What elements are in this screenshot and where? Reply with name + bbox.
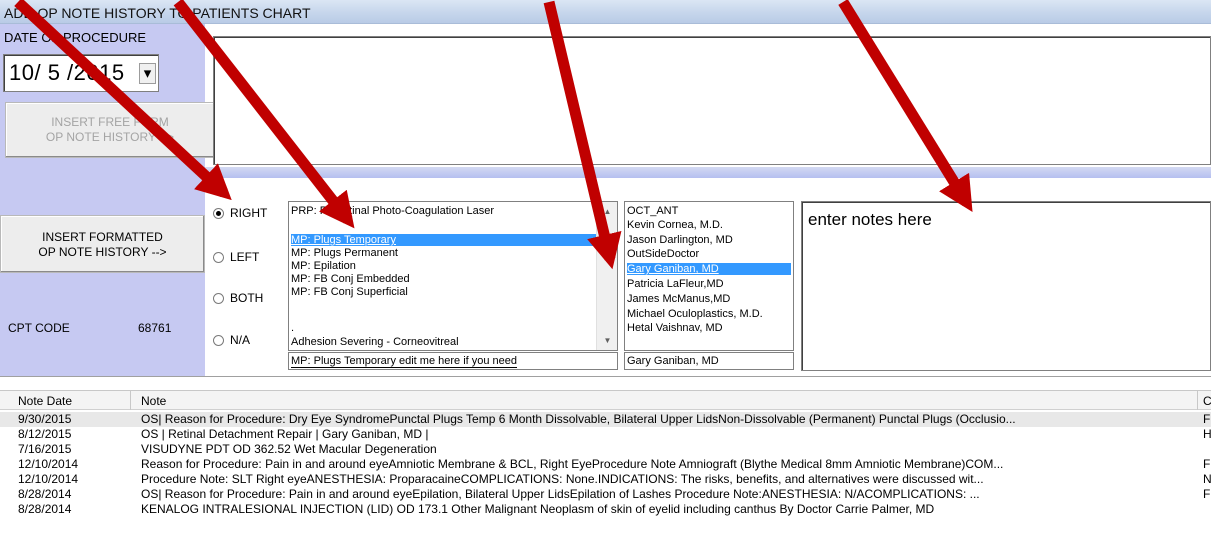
scroll-down-icon[interactable]: ▼ — [597, 333, 617, 348]
list-item[interactable]: James McManus,MD — [627, 293, 791, 305]
procedure-list[interactable]: PRP: Panretinal Photo-Coagulation Laser … — [288, 201, 618, 351]
list-item[interactable]: MP: Plugs Permanent — [291, 247, 599, 259]
table-row[interactable]: 9/30/2015 OS| Reason for Procedure: Dry … — [0, 412, 1211, 427]
radio-na[interactable]: N/A — [213, 333, 250, 347]
row-date: 12/10/2014 — [18, 472, 79, 486]
row-note: OS| Reason for Procedure: Dry Eye Syndro… — [141, 412, 1016, 426]
list-item[interactable]: Michael Oculoplastics, M.D. — [627, 308, 791, 320]
row-note: VISUDYNE PDT OD 362.52 Wet Macular Degen… — [141, 442, 437, 456]
list-item[interactable]: OutSideDoctor — [627, 248, 791, 260]
list-item[interactable] — [291, 299, 599, 311]
row-date: 8/12/2015 — [18, 427, 72, 441]
cpt-code-value: 68761 — [138, 321, 172, 335]
title-bar: ADD OP NOTE HISTORY TO PATIENTS CHART — [0, 0, 1211, 24]
window-title: ADD OP NOTE HISTORY TO PATIENTS CHART — [4, 5, 311, 21]
notes-placeholder: enter notes here — [808, 210, 932, 229]
insert-free-form-button[interactable]: INSERT FREE FORM OP NOTE HISTORY --> — [5, 102, 215, 158]
table-row[interactable]: 8/28/2014 OS| Reason for Procedure: Pain… — [0, 487, 1211, 502]
table-row[interactable]: 12/10/2014 Reason for Procedure: Pain in… — [0, 457, 1211, 472]
row-extra: F — [1203, 487, 1211, 501]
notes-textarea[interactable]: enter notes here — [801, 201, 1211, 371]
list-item[interactable]: Kevin Cornea, M.D. — [627, 219, 791, 231]
row-date: 9/30/2015 — [18, 412, 72, 426]
list-item[interactable]: Jason Darlington, MD — [627, 234, 791, 246]
doctor-edit-input[interactable]: Gary Ganiban, MD — [624, 352, 794, 370]
radio-right-dot[interactable] — [213, 207, 224, 219]
list-item[interactable]: MP: Epilation — [291, 260, 599, 272]
row-note: OS| Reason for Procedure: Pain in and ar… — [141, 487, 980, 501]
radio-left-dot[interactable] — [213, 251, 224, 263]
date-picker[interactable]: 10/ 5 /2015 ▾ — [3, 54, 159, 92]
radio-both-dot[interactable] — [213, 292, 224, 304]
free-form-note-textarea[interactable] — [213, 36, 1211, 165]
row-extra: F — [1203, 412, 1211, 426]
list-item[interactable] — [291, 219, 599, 231]
column-separator[interactable] — [130, 391, 131, 410]
procedure-edit-input[interactable]: MP: Plugs Temporary edit me here if you … — [288, 352, 618, 370]
section-divider — [205, 167, 1211, 178]
radio-na-dot[interactable] — [213, 334, 224, 346]
table-row[interactable]: 7/16/2015 VISUDYNE PDT OD 362.52 Wet Mac… — [0, 442, 1211, 457]
op-note-history-grid[interactable]: Note Date Note C 9/30/2015 OS| Reason fo… — [0, 376, 1211, 535]
row-note: Reason for Procedure: Pain in and around… — [141, 457, 1004, 471]
radio-right[interactable]: RIGHT — [213, 206, 267, 220]
procedure-edit-value: MP: Plugs Temporary edit me here if you … — [291, 355, 518, 368]
list-item-selected[interactable]: Gary Ganiban, MD — [627, 263, 791, 275]
insert-formatted-button[interactable]: INSERT FORMATTED OP NOTE HISTORY --> — [0, 215, 205, 273]
list-item[interactable]: MP: FB Conj Embedded — [291, 273, 599, 285]
table-row[interactable]: 8/12/2015 OS | Retinal Detachment Repair… — [0, 427, 1211, 442]
row-extra: N — [1203, 472, 1211, 486]
insert-formatted-line-1: INSERT FORMATTED — [42, 230, 163, 244]
insert-free-form-line-2: OP NOTE HISTORY --> — [45, 130, 175, 144]
list-item-selected[interactable]: MP: Plugs Temporary — [291, 234, 599, 246]
scroll-up-icon[interactable]: ▲ — [597, 204, 617, 219]
list-item[interactable]: PRP: Panretinal Photo-Coagulation Laser — [291, 205, 599, 217]
row-note: KENALOG INTRALESIONAL INJECTION (LID) OD… — [141, 502, 935, 516]
table-row[interactable]: 12/10/2014 Procedure Note: SLT Right eye… — [0, 472, 1211, 487]
doctor-list[interactable]: OCT_ANT Kevin Cornea, M.D. Jason Darling… — [624, 201, 794, 351]
list-item[interactable]: Hetal Vaishnav, MD — [627, 322, 791, 334]
row-date: 8/28/2014 — [18, 487, 72, 501]
insert-formatted-line-2: OP NOTE HISTORY --> — [38, 245, 167, 259]
insert-free-form-line-1: INSERT FREE FORM — [51, 115, 169, 129]
row-extra: H — [1203, 427, 1211, 441]
list-item[interactable]: OCT_ANT — [627, 205, 791, 217]
list-item[interactable]: . — [291, 322, 599, 334]
radio-both[interactable]: BOTH — [213, 291, 263, 305]
row-date: 12/10/2014 — [18, 457, 79, 471]
column-header-extra[interactable]: C — [1203, 394, 1211, 408]
procedure-list-scrollbar[interactable]: ▲ ▼ — [596, 202, 617, 350]
list-item[interactable]: Adhesion Severing - Corneovitreal — [291, 336, 599, 348]
row-date: 8/28/2014 — [18, 502, 72, 516]
cpt-code-label: CPT CODE — [8, 321, 70, 335]
radio-right-label: RIGHT — [230, 206, 268, 220]
table-row[interactable]: 8/28/2014 KENALOG INTRALESIONAL INJECTIO… — [0, 502, 1211, 517]
radio-left-label: LEFT — [230, 250, 260, 264]
row-date: 7/16/2015 — [18, 442, 72, 456]
row-extra: F — [1203, 457, 1211, 471]
column-header-note[interactable]: Note — [141, 394, 166, 408]
row-note: OS | Retinal Detachment Repair | Gary Ga… — [141, 427, 429, 441]
list-item[interactable]: Patricia LaFleur,MD — [627, 278, 791, 290]
radio-both-label: BOTH — [230, 291, 264, 305]
row-note: Procedure Note: SLT Right eyeANESTHESIA:… — [141, 472, 984, 486]
radio-na-label: N/A — [230, 333, 251, 347]
column-separator[interactable] — [1197, 391, 1198, 410]
list-item[interactable]: MP: FB Conj Superficial — [291, 286, 599, 298]
date-of-procedure-label: DATE OF PROCEDURE — [4, 30, 147, 45]
radio-left[interactable]: LEFT — [213, 250, 259, 264]
date-value[interactable]: 10/ 5 /2015 — [9, 60, 125, 86]
column-header-note-date[interactable]: Note Date — [18, 394, 72, 408]
chevron-down-icon[interactable]: ▾ — [139, 63, 156, 84]
grid-header: Note Date Note C — [0, 390, 1211, 410]
